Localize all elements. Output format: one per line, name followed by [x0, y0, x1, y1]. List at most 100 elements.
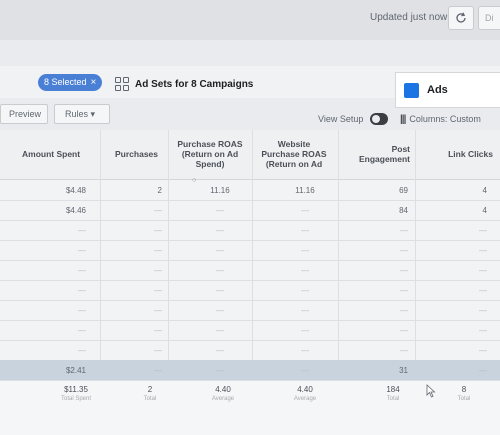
table-row[interactable]: — — — — — — [0, 280, 500, 301]
cell-website-roas: — [301, 206, 309, 215]
columns-icon: ||| [400, 113, 406, 125]
cell-amount-spent: — [78, 266, 86, 275]
cell-website-roas: — [301, 226, 309, 235]
cell-post-engagement: 31 [399, 366, 408, 375]
refresh-button[interactable] [448, 6, 474, 30]
mouse-cursor-icon [426, 384, 436, 398]
cell-purchase-roas: — [216, 306, 224, 315]
cell-website-roas: — [301, 346, 309, 355]
cell-amount-spent: $4.46 [65, 206, 86, 215]
cell-purchases: — [154, 366, 162, 375]
cell-amount-spent: — [78, 326, 86, 335]
table-row[interactable]: — — — — — — [0, 240, 500, 261]
column-header-amount-spent[interactable]: Amount Spent [22, 130, 92, 180]
cell-amount-spent: $2.41 [65, 366, 86, 375]
ads-icon [404, 82, 419, 98]
cell-post-engagement: 84 [399, 206, 408, 215]
cell-purchases: — [154, 346, 162, 355]
cell-post-engagement: — [400, 286, 408, 295]
cell-post-engagement: — [400, 226, 408, 235]
view-setup-label: View Setup [318, 114, 364, 124]
cell-purchase-roas: — [216, 246, 224, 255]
cell-post-engagement: — [400, 346, 408, 355]
column-header-purchases[interactable]: Purchases [115, 130, 165, 180]
view-setup-toggle[interactable] [370, 113, 388, 125]
total-website-roas: 4.40 Average [293, 385, 317, 402]
cell-website-roas: — [301, 306, 309, 315]
refresh-icon [456, 12, 466, 23]
cell-website-roas: — [301, 366, 309, 375]
table-row[interactable]: — — — — — — [0, 220, 500, 241]
table-row[interactable]: $4.48 2 11.16 11.16 69 4 [0, 180, 500, 201]
cell-purchase-roas: — [216, 286, 224, 295]
cell-post-engagement: 69 [399, 186, 408, 195]
cell-link-clicks: — [479, 346, 487, 355]
cell-purchase-roas: — [216, 326, 224, 335]
cell-link-clicks: — [479, 286, 487, 295]
cell-purchases: — [154, 306, 162, 315]
cell-link-clicks: 4 [482, 206, 487, 215]
cell-website-roas: — [301, 326, 309, 335]
cell-purchase-roas: — [216, 266, 224, 275]
cell-amount-spent: — [78, 346, 86, 355]
rules-dropdown[interactable]: Rules ▾ [54, 104, 110, 124]
cell-purchase-roas: 11.16 [210, 186, 230, 195]
cell-website-roas: — [301, 266, 309, 275]
table-row[interactable]: — — — — — — [0, 320, 500, 341]
toolbar: Preview Rules ▾ View Setup ||| Columns: … [0, 100, 500, 130]
cell-purchases: — [154, 326, 162, 335]
updated-status: Updated just now [370, 12, 448, 23]
discard-button[interactable]: Di [478, 6, 500, 30]
column-header-purchase-roas[interactable]: Purchase ROAS (Return on Ad Spend) [174, 130, 246, 180]
column-header-post-engagement[interactable]: Post Engagement [350, 130, 410, 180]
cell-purchases: — [154, 286, 162, 295]
cell-purchases: — [154, 226, 162, 235]
tab-ads-label: Ads [427, 84, 448, 96]
cell-purchase-roas: — [216, 206, 224, 215]
cell-link-clicks: — [479, 326, 487, 335]
column-header-link-clicks[interactable]: Link Clicks [425, 130, 493, 180]
cell-purchases: 2 [157, 186, 162, 195]
columns-button[interactable]: ||| Columns: Custom [400, 110, 500, 128]
table-row[interactable]: $4.46 — — — 84 4 [0, 200, 500, 221]
table-row[interactable]: — — — — — — [0, 340, 500, 361]
cell-purchases: — [154, 266, 162, 275]
cell-link-clicks: — [479, 366, 487, 375]
cell-website-roas: 11.16 [295, 186, 315, 195]
cell-amount-spent: — [78, 306, 86, 315]
cell-link-clicks: — [479, 226, 487, 235]
cell-post-engagement: — [400, 246, 408, 255]
table-header-row: Amount Spent Purchases Purchase ROAS (Re… [0, 130, 500, 180]
topbar: Updated just now Di [0, 0, 500, 40]
totals-row: $11.35 Total Spent 2 Total 4.40 Average 4.4… [0, 381, 500, 435]
selected-campaigns-pill[interactable]: 8 Selected × [38, 74, 103, 91]
total-post-engagement: 184 Total [386, 385, 400, 402]
cell-purchase-roas: — [216, 226, 224, 235]
cell-link-clicks: — [479, 246, 487, 255]
cell-link-clicks: — [479, 306, 487, 315]
close-icon[interactable]: × [91, 74, 97, 91]
cell-amount-spent: — [78, 286, 86, 295]
total-purchases: 2 Total [143, 385, 157, 402]
cell-purchases: — [154, 246, 162, 255]
preview-button[interactable]: Preview [0, 104, 48, 124]
cell-purchase-roas: — [216, 346, 224, 355]
columns-label: Columns: Custom [409, 114, 481, 124]
cell-post-engagement: — [400, 306, 408, 315]
table-row[interactable]: $2.41 — — — 31 — [0, 360, 500, 381]
tab-ad-sets[interactable]: Ad Sets for 8 Campaigns [115, 71, 385, 97]
cell-link-clicks: 4 [482, 186, 487, 195]
cell-amount-spent: — [78, 246, 86, 255]
total-amount-spent: $11.35 Total Spent [60, 385, 92, 402]
cell-amount-spent: — [78, 226, 86, 235]
cell-website-roas: — [301, 286, 309, 295]
cell-link-clicks: — [479, 266, 487, 275]
cell-post-engagement: — [400, 266, 408, 275]
cell-amount-spent: $4.48 [65, 186, 86, 195]
column-header-website-purchase-roas[interactable]: Website Purchase ROAS (Return on Ad [258, 130, 330, 180]
table-row[interactable]: — — — — — — [0, 300, 500, 321]
cell-purchase-roas: — [216, 366, 224, 375]
grid-icon [115, 77, 129, 91]
total-link-clicks: 8 Total [457, 385, 471, 402]
table-row[interactable]: — — — — — — [0, 260, 500, 281]
